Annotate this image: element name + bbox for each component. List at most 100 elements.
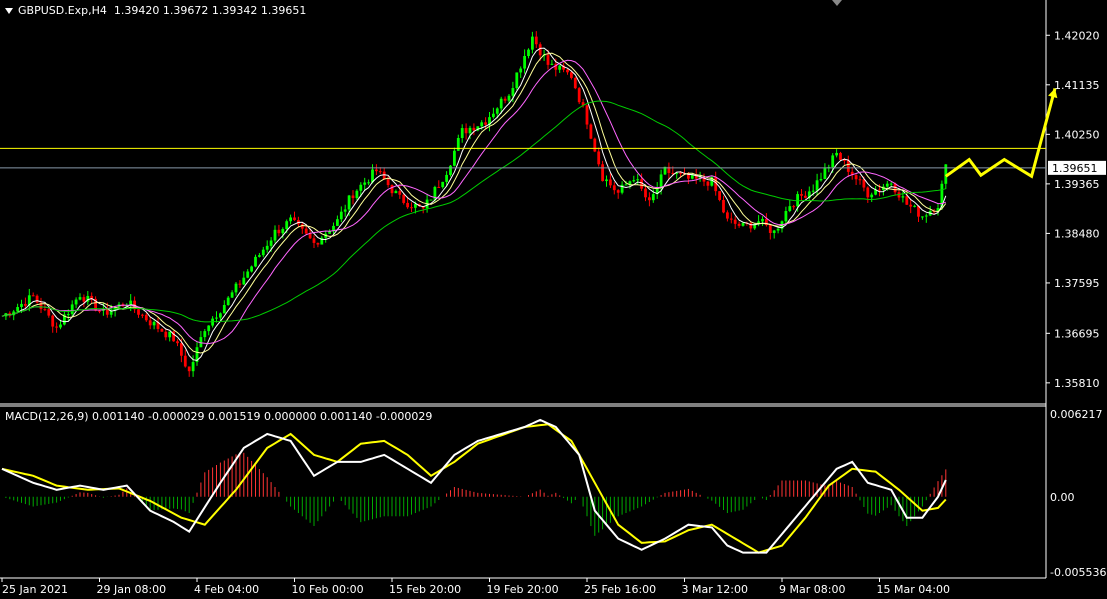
candle-body (394, 191, 398, 194)
macd-tick-label: 0.006217 (1050, 408, 1103, 421)
candle-body (78, 297, 82, 300)
candle-body (55, 326, 58, 328)
candle-body (460, 128, 464, 138)
candle-body (24, 303, 27, 306)
candle-body (570, 72, 573, 78)
candle-body (835, 152, 838, 156)
candle-body (242, 277, 246, 285)
candle-body (316, 242, 320, 245)
candle-body (924, 215, 928, 217)
candle-body (300, 224, 304, 229)
candle-body (31, 295, 35, 297)
candle-body (168, 331, 172, 338)
candle-body (609, 179, 612, 186)
macd-tick-label: -0.005536 (1050, 566, 1106, 579)
candle-body (410, 207, 413, 209)
ma-slow-line (1, 59, 946, 345)
candle-body (726, 212, 729, 219)
candle-body (160, 328, 164, 332)
candle-body (222, 304, 226, 314)
candle-body (265, 245, 269, 250)
candle-body (187, 366, 191, 372)
candle-body (144, 314, 148, 321)
candle-body (815, 180, 819, 191)
candle-body (250, 266, 253, 272)
chart-frames (0, 0, 1047, 579)
candle-body (733, 219, 737, 224)
candle-body (230, 292, 234, 298)
price-tick-label: 1.39365 (1054, 178, 1100, 191)
candle-body (20, 303, 23, 308)
candle-body (59, 324, 62, 328)
candle-body (152, 321, 156, 326)
candle-body (878, 189, 881, 191)
macd-tick-label: 0.00 (1050, 491, 1075, 504)
candle-body (901, 196, 905, 198)
candles (4, 31, 948, 377)
candle-body (636, 179, 640, 181)
candle-body (16, 307, 19, 312)
candle-body (800, 194, 803, 196)
candle-body (885, 183, 889, 187)
candle-body (390, 185, 394, 194)
time-tick-label: 29 Jan 08:00 (97, 583, 167, 596)
candle-body (343, 209, 347, 212)
candle-body (246, 271, 250, 278)
candle-body (254, 256, 257, 267)
time-tick-label: 4 Feb 04:00 (194, 583, 259, 596)
candle-body (706, 181, 710, 186)
price-tick-label: 1.41135 (1054, 79, 1100, 92)
candle-body (495, 108, 499, 114)
candle-body (74, 299, 78, 305)
candle-body (449, 165, 452, 175)
candle-body (453, 150, 456, 166)
candle-body (351, 195, 355, 199)
candle-body (659, 174, 663, 188)
candle-body (839, 152, 842, 160)
candle-body (644, 188, 647, 198)
candle-body (534, 36, 538, 45)
time-tick-label: 3 Mar 12:00 (682, 583, 748, 596)
candle-body (336, 219, 339, 226)
candle-body (456, 137, 460, 151)
candle-body (831, 155, 835, 168)
candle-body (141, 314, 144, 316)
candle-body (811, 190, 815, 192)
candle-body (722, 199, 725, 213)
time-tick-label: 15 Feb 20:00 (389, 583, 461, 596)
candle-body (328, 231, 331, 234)
candle-body (718, 191, 721, 200)
candle-body (558, 65, 562, 70)
candle-body (219, 313, 222, 318)
candle-body (515, 72, 519, 89)
candle-body (402, 194, 406, 203)
candle-body (909, 204, 913, 207)
candle-body (386, 179, 390, 186)
candle-body (632, 180, 636, 182)
candle-body (293, 217, 296, 221)
horizontal-lines (0, 147, 1046, 169)
candle-body (207, 325, 211, 332)
candle-body (273, 229, 277, 241)
candle-body (180, 343, 183, 356)
candle-body (414, 204, 417, 208)
price-tick-label: 1.38480 (1054, 227, 1100, 240)
candle-body (441, 181, 445, 188)
time-tick-label: 25 Feb 16:00 (584, 583, 656, 596)
time-tick-label: 9 Mar 08:00 (779, 583, 845, 596)
candle-body (792, 206, 796, 208)
candle-body (921, 216, 924, 218)
candle-body (437, 186, 441, 188)
candle-body (468, 127, 472, 134)
candle-body (846, 160, 850, 172)
chart-canvas[interactable]: 1.42020 1.41135 1.40250 1.39365 1.38480 1.375… (0, 0, 1107, 599)
candle-body (523, 56, 526, 69)
candle-body (234, 283, 238, 293)
candle-body (601, 164, 604, 182)
candle-body (784, 211, 788, 222)
candle-body (226, 297, 230, 305)
candle-body (624, 184, 628, 186)
price-tick-label: 1.37595 (1054, 277, 1100, 290)
candle-body (858, 179, 862, 181)
candle-body (378, 171, 382, 173)
